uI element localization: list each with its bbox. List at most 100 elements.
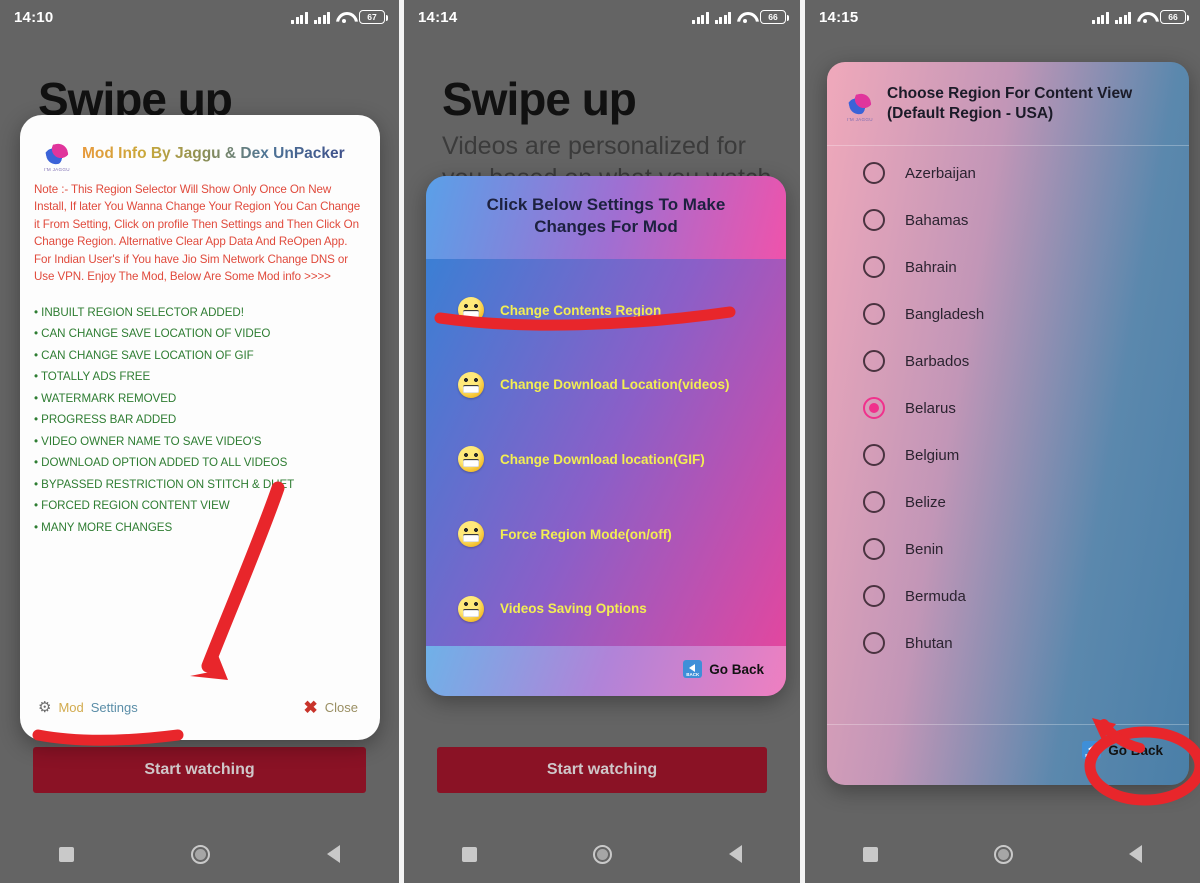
option-videos-saving-options[interactable]: Videos Saving Options — [426, 571, 786, 646]
close-button[interactable]: ✖ Close — [304, 699, 359, 716]
option-change-contents-region[interactable]: Change Contents Region — [426, 273, 786, 348]
country-label: Bangladesh — [905, 305, 985, 323]
battery-icon-3: 66 — [1160, 10, 1189, 24]
list-item: • MANY MORE CHANGES — [34, 520, 173, 534]
option-force-region-mode[interactable]: Force Region Mode(on/off) — [426, 497, 786, 572]
region-dialog-header: I'M JAGGU Choose Region For Content View… — [827, 62, 1189, 146]
grinning-emoji-icon — [458, 595, 484, 622]
mod-settings-footer: BACK Go Back — [426, 646, 786, 696]
phone-screen-2: Swipe up Videos are personalized for you… — [404, 0, 800, 883]
mod-info-feature-list: • INBUILT REGION SELECTOR ADDED! • CAN C… — [20, 291, 380, 685]
mod-info-footer: ⚙ Mod Settings ✖ Close — [20, 685, 380, 740]
status-icons-3: 66 — [1092, 10, 1189, 24]
option-change-download-location-videos[interactable]: Change Download Location(videos) — [426, 348, 786, 423]
status-bar-2: 14:14 66 — [404, 0, 800, 34]
system-navbar-2 — [404, 825, 800, 883]
radio-icon[interactable] — [863, 444, 885, 467]
list-item[interactable]: Belize — [827, 479, 1189, 526]
country-label: Bahamas — [905, 211, 969, 229]
radio-icon[interactable] — [863, 350, 885, 373]
grinning-emoji-icon — [458, 521, 484, 548]
mod-info-title: Mod Info By Jaggu & Dex UnPacker — [82, 145, 345, 162]
back-arrow-icon: BACK — [1082, 741, 1102, 759]
mod-info-header: I'M JAGGU Mod Info By Jaggu & Dex UnPack… — [20, 115, 380, 179]
list-item: • DOWNLOAD OPTION ADDED TO ALL VIDEOS — [34, 456, 288, 470]
list-item[interactable]: Bahamas — [827, 197, 1189, 244]
phone-screen-3: 14:15 66 I'M JAGGU Choose Region For Con… — [805, 0, 1200, 883]
list-item[interactable]: Belgium — [827, 432, 1189, 479]
grinning-emoji-icon — [458, 371, 484, 398]
list-item: • CAN CHANGE SAVE LOCATION OF VIDEO — [34, 327, 271, 341]
mod-settings-label-settings: Settings — [90, 700, 138, 715]
triangle-back-icon[interactable] — [1129, 845, 1142, 863]
radio-icon[interactable] — [863, 585, 885, 608]
circle-icon[interactable] — [593, 844, 613, 864]
mod-info-dialog: I'M JAGGU Mod Info By Jaggu & Dex UnPack… — [20, 115, 380, 740]
grinning-emoji-icon — [458, 297, 484, 324]
start-watching-button-1[interactable]: Start watching — [33, 747, 366, 793]
list-item[interactable]: Bermuda — [827, 573, 1189, 620]
start-watching-button-2[interactable]: Start watching — [437, 747, 767, 793]
mod-info-note: Note :- This Region Selector Will Show O… — [34, 183, 361, 283]
list-item: • FORCED REGION CONTENT VIEW — [34, 499, 230, 513]
jaggu-logo-icon: I'M JAGGU — [42, 139, 72, 172]
radio-icon[interactable] — [863, 162, 885, 185]
mod-settings-button[interactable]: ⚙ Mod Settings — [38, 700, 138, 715]
square-icon[interactable] — [58, 846, 74, 862]
circle-icon[interactable] — [190, 844, 210, 864]
mod-settings-header: Click Below Settings To Make Changes For… — [426, 176, 786, 259]
go-back-button[interactable]: BACK Go Back — [683, 660, 764, 678]
mod-settings-options: Change Contents Region Change Download L… — [426, 258, 786, 646]
circle-icon[interactable] — [994, 844, 1013, 864]
status-icons-2: 66 — [692, 10, 789, 24]
phone-screen-1: Swipe up Start watching 14:10 67 I'M JAG… — [0, 0, 399, 883]
list-item[interactable]: Bangladesh — [827, 291, 1189, 338]
status-clock-2: 14:14 — [418, 8, 458, 26]
square-icon[interactable] — [462, 846, 478, 862]
list-item[interactable]: Benin — [827, 526, 1189, 573]
mod-settings-label-mod: Mod — [58, 700, 84, 715]
radio-icon[interactable] — [863, 538, 885, 561]
list-item: • WATERMARK REMOVED — [34, 391, 177, 405]
signal-icon-sim2 — [313, 11, 330, 24]
radio-icon[interactable] — [863, 303, 885, 326]
system-navbar-3 — [805, 825, 1200, 883]
radio-icon[interactable] — [863, 491, 885, 514]
radio-icon-selected[interactable] — [863, 397, 885, 420]
option-label: Force Region Mode(on/off) — [500, 526, 672, 542]
list-item[interactable]: Azerbaijan — [827, 150, 1189, 197]
triangle-back-icon[interactable] — [728, 845, 742, 863]
battery-icon-1: 67 — [359, 10, 388, 24]
option-label: Videos Saving Options — [500, 601, 647, 617]
country-label: Belarus — [905, 399, 956, 417]
option-change-download-location-gif[interactable]: Change Download location(GIF) — [426, 422, 786, 497]
list-item[interactable]: Bhutan — [827, 620, 1189, 667]
wifi-icon — [336, 11, 353, 24]
go-back-button[interactable]: BACK Go Back — [1082, 741, 1163, 759]
status-bar-3: 14:15 66 — [805, 0, 1200, 34]
list-item[interactable]: Barbados — [827, 338, 1189, 385]
gear-icon: ⚙ — [38, 699, 52, 716]
jaggu-logo-icon: I'M JAGGU — [845, 89, 875, 122]
status-bar-1: 14:10 67 — [0, 0, 399, 34]
list-item[interactable]: Bahrain — [827, 244, 1189, 291]
radio-icon[interactable] — [863, 209, 885, 232]
status-clock-1: 14:10 — [14, 8, 54, 26]
x-icon: ✖ — [303, 698, 318, 717]
battery-icon-2: 66 — [760, 10, 789, 24]
list-item-selected[interactable]: Belarus — [827, 385, 1189, 432]
country-label: Barbados — [905, 352, 970, 370]
system-navbar-1 — [0, 825, 399, 883]
list-item: • CAN CHANGE SAVE LOCATION OF GIF — [34, 348, 254, 362]
radio-icon[interactable] — [863, 632, 885, 655]
signal-icon-sim2 — [714, 11, 731, 24]
triangle-back-icon[interactable] — [327, 845, 341, 863]
go-back-label: Go Back — [709, 661, 764, 677]
square-icon[interactable] — [863, 846, 878, 862]
option-label: Change Download Location(videos) — [500, 377, 730, 393]
radio-icon[interactable] — [863, 256, 885, 279]
mod-settings-dialog: Click Below Settings To Make Changes For… — [426, 176, 786, 696]
signal-icon-sim1 — [692, 11, 709, 24]
country-label: Azerbaijan — [905, 164, 976, 182]
back-arrow-icon: BACK — [683, 660, 703, 678]
